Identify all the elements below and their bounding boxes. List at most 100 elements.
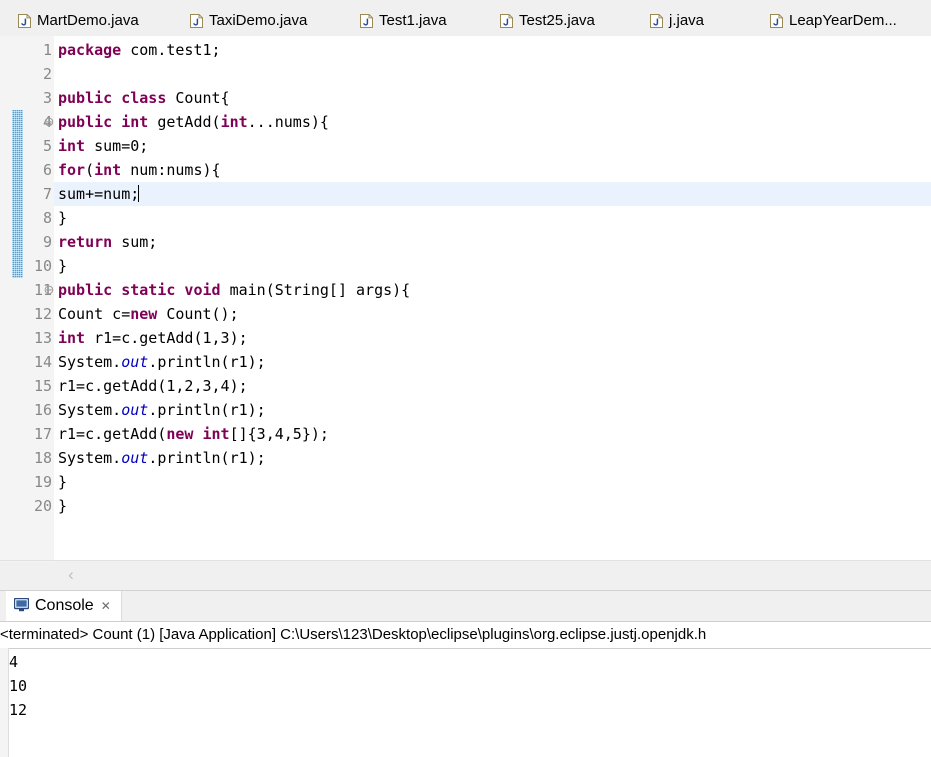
editor-tab-label: Test25.java	[519, 12, 595, 29]
tab-console[interactable]: Console ✕	[6, 591, 122, 621]
code-token: out	[121, 353, 149, 371]
code-token: main(String[] args){	[220, 281, 411, 299]
code-line-text: public static void main(String[] args){	[54, 278, 410, 302]
code-token: new int	[166, 425, 230, 443]
code-line[interactable]: }	[54, 494, 931, 518]
code-token: (	[85, 161, 95, 179]
code-line[interactable]: sum+=num;	[54, 182, 931, 206]
code-text-area[interactable]: package com.test1; public class Count{pub…	[54, 36, 931, 560]
code-line[interactable]: }	[54, 254, 931, 278]
editor-tab-bar: MartDemo.java TaxiDemo.java Test1.java Test…	[0, 0, 931, 37]
code-token: []{3,4,5});	[229, 425, 329, 443]
console-process-header: <terminated> Count (1) [Java Application…	[0, 622, 931, 649]
code-line-text: }	[54, 206, 67, 230]
chevron-left-icon[interactable]: ‹	[62, 565, 80, 585]
code-line[interactable]: System.out.println(r1);	[54, 446, 931, 470]
code-line[interactable]: System.out.println(r1);	[54, 350, 931, 374]
code-token: sum;	[112, 233, 158, 251]
code-line[interactable]: }	[54, 470, 931, 494]
console-part: Console ✕ <terminated> Count (1) [Java A…	[0, 590, 931, 757]
code-token: .println(r1);	[148, 401, 266, 419]
code-line[interactable]: public class Count{	[54, 86, 931, 110]
code-token: }	[58, 209, 68, 227]
code-line-text: System.out.println(r1);	[54, 350, 266, 374]
editor-tab-4[interactable]: j.java	[640, 5, 718, 36]
console-monitor-icon	[13, 597, 30, 615]
code-token: for	[58, 161, 86, 179]
code-line[interactable]: Count c=new Count();	[54, 302, 931, 326]
code-token: public class	[58, 89, 167, 107]
code-token: return	[58, 233, 113, 251]
code-line-text: System.out.println(r1);	[54, 398, 266, 422]
editor-tab-0[interactable]: MartDemo.java	[8, 5, 153, 36]
code-token: public static void	[58, 281, 221, 299]
code-token: }	[58, 257, 68, 275]
java-file-icon	[18, 13, 31, 28]
code-token: r1=c.getAdd(1,2,3,4);	[58, 377, 248, 395]
code-line-text: Count c=new Count();	[54, 302, 239, 326]
code-token: sum=0;	[85, 137, 149, 155]
code-token: getAdd(	[148, 113, 221, 131]
code-line[interactable]	[54, 62, 931, 86]
code-line-text: int sum=0;	[54, 134, 148, 158]
code-token: package	[58, 41, 122, 59]
code-line[interactable]: for(int num:nums){	[54, 158, 931, 182]
java-file-icon	[650, 13, 663, 28]
console-output-line: 12	[9, 701, 28, 719]
editor-body: 1 2 3 4 5 6 7 8 9 10 11 12 13 14 15 16 17 18 19 20 ⊖ ⊖ packa…	[0, 36, 931, 560]
change-bar-indicator	[12, 110, 23, 278]
editor-tab-1[interactable]: TaxiDemo.java	[180, 5, 321, 36]
change-ruler	[12, 36, 23, 560]
code-line[interactable]: public static void main(String[] args){	[54, 278, 931, 302]
code-token: Count c=	[58, 305, 131, 323]
code-line-text: System.out.println(r1);	[54, 446, 266, 470]
code-token: System.	[58, 401, 122, 419]
editor-tab-label: j.java	[669, 12, 705, 29]
code-line[interactable]: int r1=c.getAdd(1,3);	[54, 326, 931, 350]
code-line-text: for(int num:nums){	[54, 158, 221, 182]
code-token: num:nums){	[121, 161, 221, 179]
code-token: int	[94, 161, 122, 179]
code-line-text: r1=c.getAdd(1,2,3,4);	[54, 374, 248, 398]
code-line[interactable]: }	[54, 206, 931, 230]
java-file-icon	[500, 13, 513, 28]
java-file-icon	[190, 13, 203, 28]
console-output-line: 10	[9, 677, 28, 695]
editor-tab-5[interactable]: LeapYearDem...	[760, 5, 911, 36]
code-line-text: }	[54, 470, 67, 494]
code-line-text: }	[54, 494, 67, 518]
code-token: .println(r1);	[148, 353, 266, 371]
code-line[interactable]: int sum=0;	[54, 134, 931, 158]
editor-tab-label: TaxiDemo.java	[209, 12, 308, 29]
code-line[interactable]: return sum;	[54, 230, 931, 254]
code-token: System.	[58, 449, 122, 467]
code-token: ...nums){	[247, 113, 329, 131]
code-token: com.test1;	[121, 41, 221, 59]
code-line[interactable]: System.out.println(r1);	[54, 398, 931, 422]
code-line[interactable]: r1=c.getAdd(new int[]{3,4,5});	[54, 422, 931, 446]
scroll-strip-stub	[0, 561, 54, 562]
code-line-text: return sum;	[54, 230, 157, 254]
console-tab-label: Console	[35, 597, 94, 614]
editor-tab-2[interactable]: Test1.java	[350, 5, 461, 36]
code-line-text: public class Count{	[54, 86, 230, 110]
console-output-line: 4	[9, 653, 19, 671]
code-line[interactable]: package com.test1;	[54, 38, 931, 62]
code-token: }	[58, 473, 68, 491]
console-tab-bar: Console ✕	[0, 591, 931, 621]
text-caret	[138, 185, 140, 202]
code-line[interactable]: r1=c.getAdd(1,2,3,4);	[54, 374, 931, 398]
code-token: System.	[58, 353, 122, 371]
code-line[interactable]: public int getAdd(int...nums){	[54, 110, 931, 134]
code-token: public int	[58, 113, 149, 131]
code-line-text: package com.test1;	[54, 38, 221, 62]
editor-tab-label: Test1.java	[379, 12, 447, 29]
code-token: int	[58, 329, 86, 347]
console-output-text: 4 10 12	[9, 650, 909, 722]
editor-horizontal-scroll-strip[interactable]: ‹	[0, 560, 931, 589]
close-icon[interactable]: ✕	[101, 600, 111, 612]
console-body[interactable]: <terminated> Count (1) [Java Application…	[0, 621, 931, 757]
java-file-icon	[360, 13, 373, 28]
code-line-text: public int getAdd(int...nums){	[54, 110, 329, 134]
editor-tab-3[interactable]: Test25.java	[490, 5, 609, 36]
